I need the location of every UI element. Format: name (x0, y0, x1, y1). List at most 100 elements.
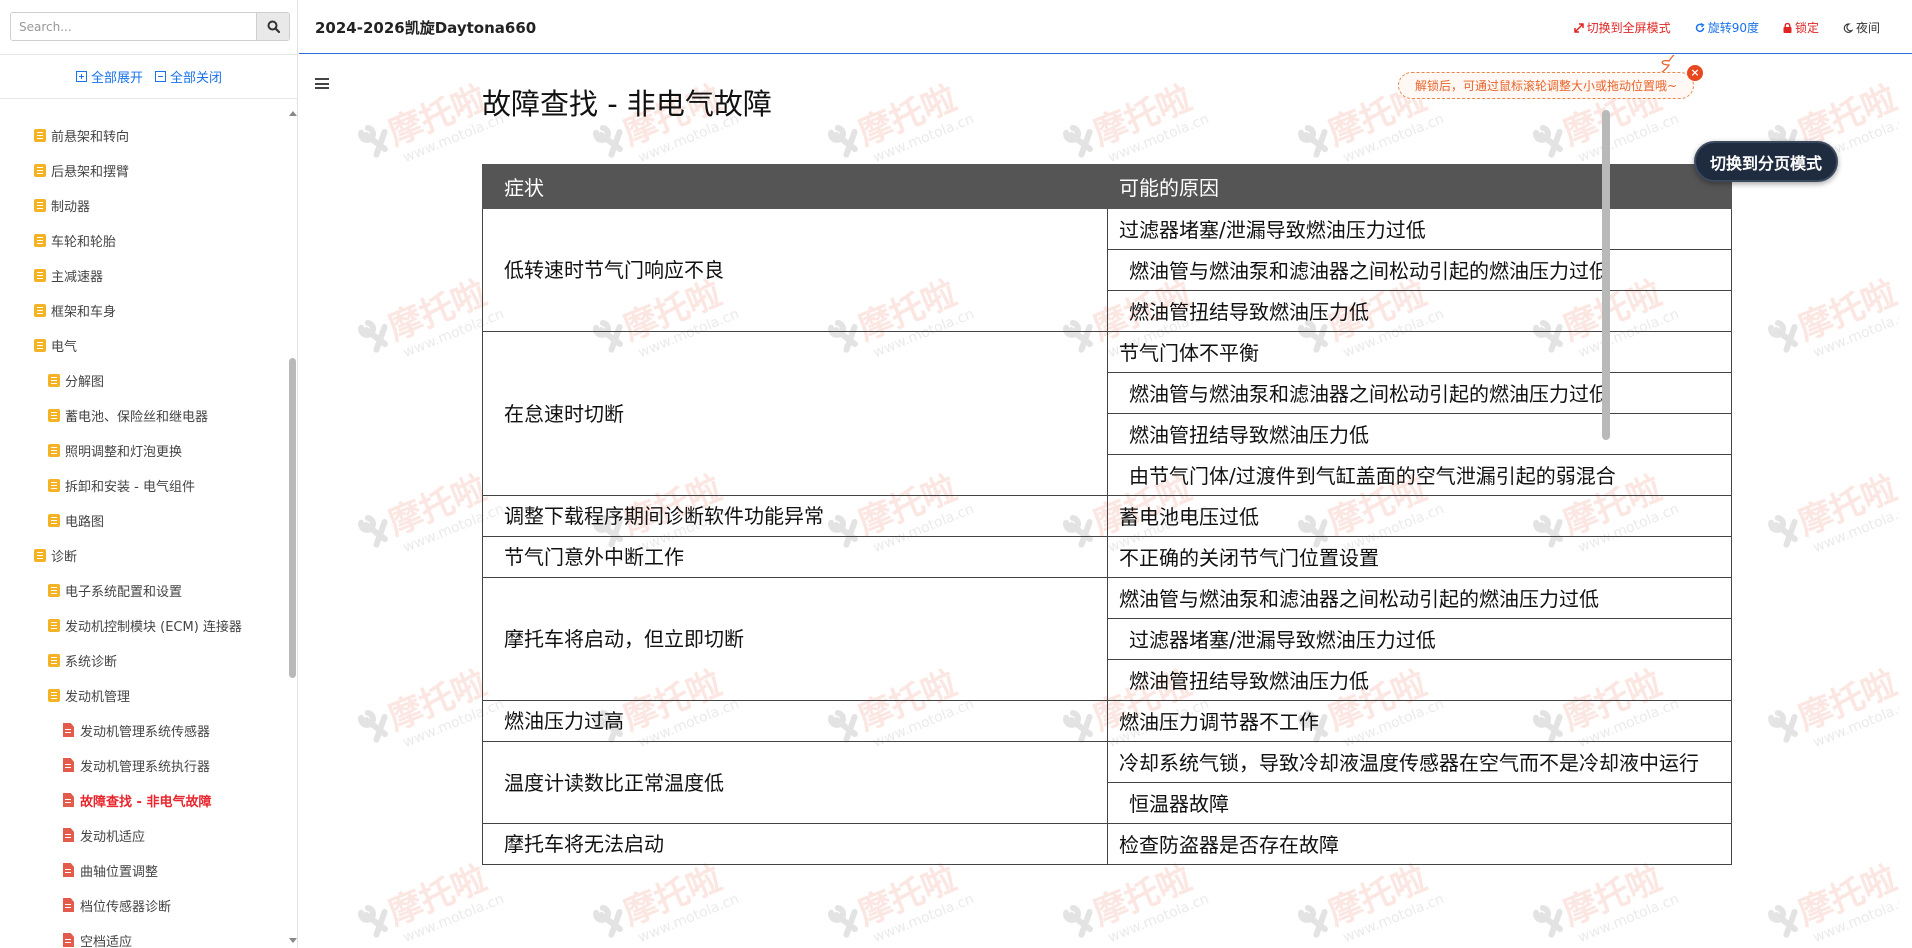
main-scroll-thumb[interactable] (1602, 110, 1610, 440)
table-row: 摩托车将启动，但立即切断 燃油管与燃油泵和滤油器之间松动引起的燃油压力过低 (482, 577, 1732, 701)
scroll-down-icon[interactable] (289, 938, 297, 943)
night-mode-button[interactable]: 夜间 (1843, 19, 1880, 36)
tree-item[interactable]: 发动机管理系统执行器 (63, 754, 210, 776)
folder-icon (34, 128, 46, 142)
rotate-icon (1695, 22, 1705, 32)
svg-text:www.motola.cn: www.motola.cn (1576, 111, 1681, 166)
tree-item-label: 蓄电池、保险丝和继电器 (65, 409, 209, 425)
tree-item-label: 分解图 (65, 374, 105, 390)
tree-item-label: 发动机管理 (65, 689, 131, 705)
svg-text:www.motola.cn: www.motola.cn (636, 891, 741, 946)
table-row: 温度计读数比正常温度低 冷却系统气锁，导致冷却液温度传感器在空气而不是冷却液中运行 (482, 741, 1732, 824)
svg-text:摩托啦: 摩托啦 (1793, 273, 1899, 348)
tree-item-label: 主减速器 (51, 269, 104, 285)
svg-text:摩托啦: 摩托啦 (383, 78, 493, 153)
svg-text:摩托啦: 摩托啦 (853, 78, 963, 153)
tree-item-label: 空档适应 (80, 934, 133, 948)
hint-text: 解锁后，可通过鼠标滚轮调整大小或拖动位置哦~ (1414, 79, 1678, 93)
svg-text:摩托啦: 摩托啦 (618, 858, 728, 933)
page-title: 故障查找 - 非电气故障 (482, 87, 772, 121)
document-icon (63, 723, 74, 737)
folder-icon (34, 338, 46, 352)
tree-item[interactable]: 电气 (34, 334, 77, 356)
tree-item[interactable]: 发动机管理系统传感器 (63, 719, 210, 741)
cause-cell: 燃油管与燃油泵和滤油器之间松动引起的燃油压力过低 (1107, 577, 1732, 619)
tree-item-label: 档位传感器诊断 (80, 899, 172, 915)
tree-item[interactable]: 曲轴位置调整 (63, 859, 158, 881)
lock-button[interactable]: 锁定 (1783, 19, 1819, 36)
tree-item[interactable]: 制动器 (34, 194, 90, 216)
tree-item-label: 后悬架和摆臂 (51, 164, 130, 180)
main-scrollbar[interactable] (1599, 55, 1612, 948)
toolbar: 切换到全屏模式 旋转90度 锁定 夜间 (1573, 19, 1880, 36)
tree-item[interactable]: 系统诊断 (48, 649, 117, 671)
sidebar-scroll-thumb[interactable] (289, 358, 296, 678)
tree-item-label: 故障查找 - 非电气故障 (80, 794, 212, 810)
tree-item[interactable]: 前悬架和转向 (34, 124, 129, 146)
tree-item[interactable]: 故障查找 - 非电气故障 (63, 789, 211, 811)
troubleshooting-table: 症状 可能的原因 低转速时节气门响应不良 过滤器堵塞/泄漏导致燃油压力过低 燃油管与… (482, 164, 1732, 865)
table-header-row: 症状 可能的原因 (482, 164, 1732, 209)
svg-text:摩托啦: 摩托啦 (383, 273, 493, 348)
folder-icon (34, 198, 46, 212)
svg-text:www.motola.cn: www.motola.cn (1811, 501, 1899, 556)
document-icon (63, 933, 74, 947)
sidebar: 全部展开 全部关闭 前悬架和转向后悬架和摆臂制动器车轮和轮胎主减速器框架和车身电… (0, 0, 298, 948)
header: 2024-2026凯旋Daytona660 切换到全屏模式 旋转90度 锁定 夜… (299, 0, 1912, 54)
tree-item[interactable]: 档位传感器诊断 (63, 894, 171, 916)
search-input[interactable] (11, 13, 257, 40)
tree-item-label: 制动器 (51, 199, 91, 215)
tree-item[interactable]: 发动机管理 (48, 684, 130, 706)
tree-item[interactable]: 拆卸和安装 - 电气组件 (48, 474, 195, 496)
tree-item[interactable]: 电子系统配置和设置 (48, 579, 182, 601)
tree-item[interactable]: 框架和车身 (34, 299, 116, 321)
expand-all-button[interactable]: 全部展开 (75, 67, 143, 86)
tree-item-label: 发动机管理系统执行器 (80, 759, 211, 775)
tree-item[interactable]: 诊断 (34, 544, 77, 566)
tree-item-label: 系统诊断 (65, 654, 118, 670)
svg-text:www.motola.cn: www.motola.cn (1811, 306, 1899, 361)
tree-item[interactable]: 后悬架和摆臂 (34, 159, 129, 181)
svg-text:www.motola.cn: www.motola.cn (1811, 696, 1899, 751)
folder-icon (34, 303, 46, 317)
search-box (10, 12, 290, 41)
folder-icon (48, 688, 60, 702)
cause-cell: 过滤器堵塞/泄漏导致燃油压力过低 (1107, 208, 1732, 250)
hint-close-button[interactable]: × (1687, 65, 1703, 81)
plus-square-icon (75, 71, 87, 82)
folder-icon (48, 653, 60, 667)
symptom-cell: 温度计读数比正常温度低 (482, 741, 1108, 824)
svg-text:摩托啦: 摩托啦 (1558, 858, 1668, 933)
svg-text:www.motola.cn: www.motola.cn (1341, 111, 1446, 166)
tree-item[interactable]: 发动机控制模块 (ECM) 连接器 (48, 614, 242, 636)
tree-item[interactable]: 分解图 (48, 369, 104, 391)
tree-item[interactable]: 电路图 (48, 509, 104, 531)
folder-icon (48, 618, 60, 632)
cause-cell: 燃油管扭结导致燃油压力低 (1107, 659, 1732, 701)
rotate-button[interactable]: 旋转90度 (1695, 19, 1759, 36)
svg-text:摩托啦: 摩托啦 (383, 663, 493, 738)
tree-item[interactable]: 蓄电池、保险丝和继电器 (48, 404, 208, 426)
symptom-cell: 低转速时节气门响应不良 (482, 208, 1108, 332)
tree-item-label: 电路图 (65, 514, 105, 530)
sidebar-scrollbar[interactable] (288, 108, 297, 948)
search-icon (267, 20, 280, 33)
tree-item[interactable]: 发动机适应 (63, 824, 145, 846)
lock-icon (1783, 22, 1792, 33)
tree-item[interactable]: 照明调整和灯泡更换 (48, 439, 182, 461)
tree-item[interactable]: 空档适应 (63, 929, 132, 948)
tree-item[interactable]: 车轮和轮胎 (34, 229, 116, 251)
folder-icon (34, 548, 46, 562)
collapse-all-button[interactable]: 全部关闭 (155, 67, 222, 86)
fullscreen-button[interactable]: 切换到全屏模式 (1573, 19, 1671, 36)
table-body: 低转速时节气门响应不良 过滤器堵塞/泄漏导致燃油压力过低 燃油管与燃油泵和滤油器之间… (482, 208, 1732, 865)
minus-square-icon (155, 71, 166, 82)
switch-page-mode-button[interactable]: 切换到分页模式 (1694, 141, 1838, 182)
tree-item[interactable]: 主减速器 (34, 264, 103, 286)
scroll-up-icon[interactable] (289, 111, 297, 116)
tree-item-label: 诊断 (51, 549, 78, 565)
tree-item-label: 拆卸和安装 - 电气组件 (65, 479, 195, 495)
search-button[interactable] (256, 13, 289, 40)
folder-icon (34, 233, 46, 247)
menu-icon[interactable] (315, 78, 329, 89)
